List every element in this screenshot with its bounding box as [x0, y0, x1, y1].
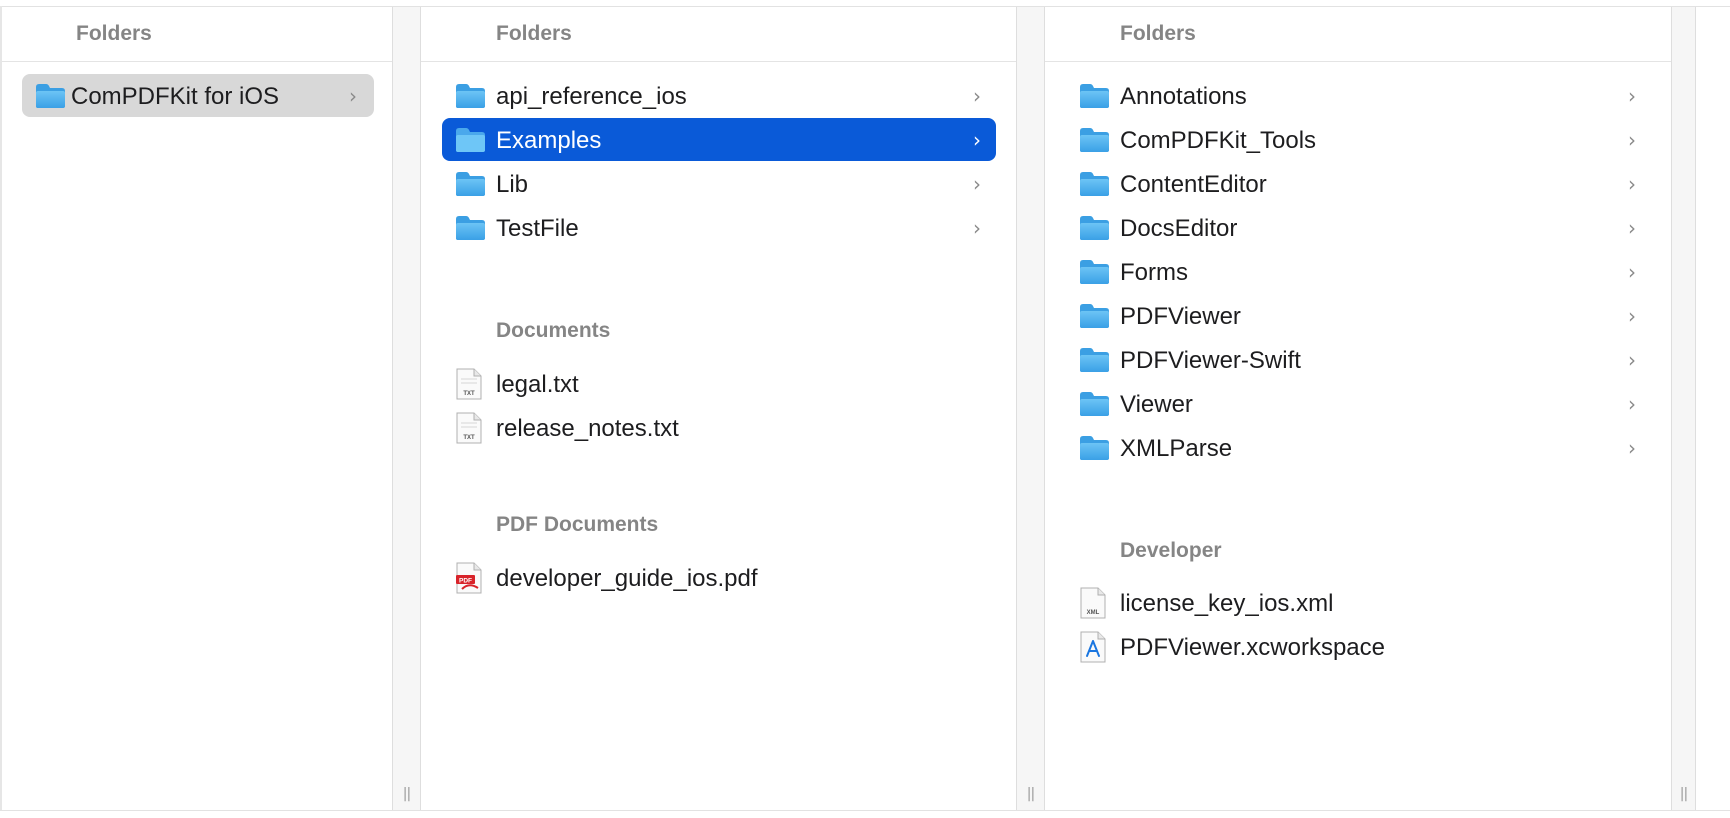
chevron-right-icon: › — [1628, 348, 1636, 372]
folder-icon — [456, 216, 485, 240]
folder-icon — [1080, 260, 1109, 284]
folder-row-viewer[interactable]: Viewer › — [1066, 382, 1652, 425]
row-label: developer_guide_ios.pdf — [496, 565, 758, 592]
column-resize-handle[interactable]: || — [1027, 786, 1036, 802]
folder-row-lib[interactable]: Lib › — [442, 162, 996, 205]
column-resize-handle[interactable]: || — [403, 786, 412, 802]
chevron-right-icon: › — [973, 84, 981, 108]
svg-text:TXT: TXT — [463, 435, 475, 441]
chevron-right-icon: › — [1628, 260, 1636, 284]
row-label: api_reference_ios — [496, 83, 687, 110]
folder-row-pdfviewer[interactable]: PDFViewer › — [1066, 294, 1652, 337]
folder-row-xmlparse[interactable]: XMLParse › — [1066, 426, 1652, 469]
column-header: Folders — [2, 7, 392, 62]
column-2: Folders api_reference_ios › Examples › L… — [421, 7, 1016, 810]
folder-row-compdfkit-for-ios[interactable]: ComPDFKit for iOS › — [22, 74, 374, 117]
folder-row-contenteditor[interactable]: ContentEditor › — [1066, 162, 1652, 205]
file-row-release-notes-txt[interactable]: TXT release_notes.txt — [442, 406, 996, 449]
chevron-right-icon: › — [349, 84, 357, 108]
folder-icon — [456, 84, 485, 108]
folder-icon — [1080, 392, 1109, 416]
folder-icon — [456, 128, 485, 152]
chevron-right-icon: › — [1628, 392, 1636, 416]
row-label: Lib — [496, 171, 529, 198]
row-label: ComPDFKit_Tools — [1120, 127, 1317, 154]
column-divider-1[interactable]: || — [392, 7, 421, 810]
row-label: PDFViewer.xcworkspace — [1120, 634, 1385, 661]
folder-icon — [1080, 348, 1109, 372]
folder-row-pdfviewer-swift[interactable]: PDFViewer-Swift › — [1066, 338, 1652, 381]
folder-icon — [1080, 304, 1109, 328]
row-label: Forms — [1120, 259, 1188, 286]
svg-text:XML: XML — [1087, 610, 1100, 616]
section-header-pdf-documents: PDF Documents — [496, 513, 659, 536]
folder-row-testfile[interactable]: TestFile › — [442, 206, 996, 249]
column-divider-3[interactable]: || — [1671, 7, 1696, 810]
chevron-right-icon: › — [973, 128, 981, 152]
section-header-developer: Developer — [1120, 539, 1222, 562]
column-header-label: Folders — [76, 22, 152, 45]
column-1: Folders ComPDFKit for iOS › — [2, 7, 392, 810]
row-label: Annotations — [1120, 83, 1247, 110]
column-3: Folders Annotations › ComPDFKit_Tools › … — [1045, 7, 1671, 810]
chevron-right-icon: › — [1628, 216, 1636, 240]
row-label: PDFViewer-Swift — [1120, 347, 1301, 374]
section-header-documents: Documents — [496, 319, 611, 342]
folder-row-api-reference-ios[interactable]: api_reference_ios › — [442, 74, 996, 117]
folder-icon — [36, 84, 65, 108]
xml-file-icon: XML — [1080, 587, 1106, 619]
pdf-file-icon: PDF — [456, 562, 482, 594]
file-row-pdfviewer-xcworkspace[interactable]: PDFViewer.xcworkspace — [1066, 625, 1652, 668]
row-label: TestFile — [496, 215, 579, 242]
folder-row-forms[interactable]: Forms › — [1066, 250, 1652, 293]
row-label: Viewer — [1120, 391, 1193, 418]
folder-icon — [1080, 172, 1109, 196]
txt-file-icon: TXT — [456, 368, 482, 400]
row-label: ComPDFKit for iOS — [71, 83, 280, 110]
folder-row-annotations[interactable]: Annotations › — [1066, 74, 1652, 117]
folder-icon — [456, 172, 485, 196]
column-header-label: Folders — [1120, 22, 1196, 45]
file-row-license-key-ios-xml[interactable]: XML license_key_ios.xml — [1066, 581, 1652, 624]
folder-row-compdfkit-tools[interactable]: ComPDFKit_Tools › — [1066, 118, 1652, 161]
column-header: Folders — [421, 7, 1016, 62]
column-divider-2[interactable]: || — [1016, 7, 1045, 810]
svg-text:PDF: PDF — [459, 578, 472, 585]
folder-icon — [1080, 84, 1109, 108]
xcworkspace-icon — [1080, 631, 1106, 663]
row-label: XMLParse — [1120, 435, 1233, 462]
row-label: ContentEditor — [1120, 171, 1267, 198]
row-label: legal.txt — [496, 371, 579, 398]
chevron-right-icon: › — [1628, 436, 1636, 460]
row-label: Examples — [496, 127, 602, 154]
column-resize-handle[interactable]: || — [1680, 786, 1689, 802]
folder-icon — [1080, 128, 1109, 152]
bottom-border — [0, 810, 1730, 811]
row-label: DocsEditor — [1120, 215, 1238, 242]
txt-file-icon: TXT — [456, 412, 482, 444]
row-label: release_notes.txt — [496, 415, 679, 442]
chevron-right-icon: › — [1628, 128, 1636, 152]
folder-row-docseditor[interactable]: DocsEditor › — [1066, 206, 1652, 249]
column-header: Folders — [1045, 7, 1671, 62]
folder-icon — [1080, 216, 1109, 240]
column-header-label: Folders — [496, 22, 572, 45]
row-label: license_key_ios.xml — [1120, 590, 1334, 617]
file-row-legal-txt[interactable]: TXT legal.txt — [442, 362, 996, 405]
folder-row-examples[interactable]: Examples › — [442, 118, 996, 161]
chevron-right-icon: › — [1628, 172, 1636, 196]
file-row-developer-guide-ios-pdf[interactable]: PDF developer_guide_ios.pdf — [442, 556, 996, 599]
chevron-right-icon: › — [1628, 84, 1636, 108]
chevron-right-icon: › — [973, 172, 981, 196]
chevron-right-icon: › — [1628, 304, 1636, 328]
svg-text:TXT: TXT — [463, 391, 475, 397]
folder-icon — [1080, 436, 1109, 460]
chevron-right-icon: › — [973, 216, 981, 240]
row-label: PDFViewer — [1120, 303, 1241, 330]
